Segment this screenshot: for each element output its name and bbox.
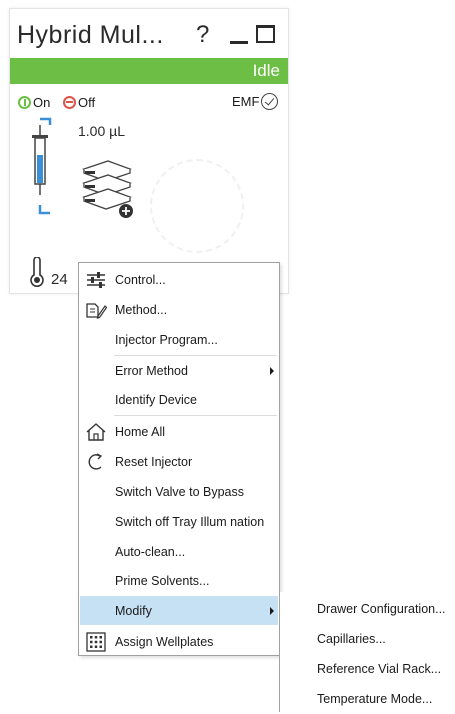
submenu-item-temperature-mode[interactable]: Temperature Mode... [281,684,455,714]
menu-item-label: Method... [115,302,168,317]
menu-item-switch-valve[interactable]: Switch Valve to Bypass [80,477,278,506]
submenu-item-reference-vial-rack[interactable]: Reference Vial Rack... [281,654,455,684]
title-bar: Hybrid Mul... ? [10,9,288,57]
menu-item-prime-solvents[interactable]: Prime Solvents... [80,566,278,595]
device-card: Hybrid Mul... ? Idle On Off EMF 1.00 µL [9,8,289,294]
menu-item-label: Injector Program... [115,332,218,347]
off-button[interactable]: Off [63,93,95,111]
sliders-icon [87,272,105,288]
menu-item-label: Reset Injector [115,454,193,469]
menu-item-auto-clean[interactable]: Auto-clean... [80,537,278,566]
wellplate-grid-icon [86,632,106,652]
menu-item-assign-wellplates[interactable]: Assign Wellplates [80,627,278,656]
minimize-button[interactable] [228,23,250,45]
syringe-icon [32,117,52,215]
maximize-button[interactable] [256,25,275,43]
submenu-item-capillaries[interactable]: Capillaries... [281,624,455,654]
menu-item-label: Control... [115,272,166,287]
menu-item-method[interactable]: Method... [80,295,278,324]
menu-item-label: Switch Valve to Bypass [115,484,244,499]
submenu-arrow-icon [270,607,274,615]
menu-item-identify-device[interactable]: Identify Device [80,385,278,414]
temperature-value: 24 [51,271,68,288]
menu-item-label: Error Method [115,363,188,378]
power-on-icon [18,95,31,109]
submenu-item-drawer-configuration[interactable]: Drawer Configuration... [281,594,455,624]
emf-label: EMF [232,94,260,109]
volume-value: 1.00 µL [78,123,125,139]
emf-status[interactable]: EMF [232,93,279,110]
menu-item-home-all[interactable]: Home All [80,417,278,446]
menu-item-reset-injector[interactable]: Reset Injector [80,447,278,476]
menu-item-injector-program[interactable]: Injector Program... [80,325,278,354]
home-icon [86,423,106,441]
menu-item-label: Prime Solvents... [115,573,210,588]
submenu-item-label: Temperature Mode... [317,692,433,706]
power-off-icon [63,95,76,109]
on-label: On [33,94,51,110]
menu-item-tray-illumination[interactable]: Switch off Tray Illum nation [80,507,278,536]
menu-item-label: Auto-clean... [115,544,186,559]
submenu-item-label: Drawer Configuration... [317,602,446,616]
help-button[interactable]: ? [196,21,209,49]
drawer-status-ring [150,159,244,253]
device-title: Hybrid Mul... [17,21,164,49]
menu-item-modify[interactable]: Modify [80,596,278,625]
modify-submenu: Drawer Configuration... Capillaries... R… [279,592,455,712]
status-bar: Idle [10,58,288,84]
submenu-arrow-icon [270,367,274,375]
menu-item-error-method[interactable]: Error Method [80,356,278,385]
context-menu: Control... Method... Injector Program...… [78,262,280,656]
check-circle-icon [261,93,279,110]
thermometer-icon [30,257,44,287]
menu-item-label: Assign Wellplates [115,634,214,649]
method-edit-icon [86,303,107,319]
on-button[interactable]: On [18,93,50,111]
menu-item-label: Home All [115,424,166,439]
menu-separator [114,415,277,416]
submenu-item-label: Reference Vial Rack... [317,662,442,676]
submenu-item-label: Capillaries... [317,632,386,646]
status-text: Idle [252,61,280,80]
menu-item-label: Modify [115,603,152,618]
reset-icon [88,453,103,470]
menu-item-label: Identify Device [115,392,197,407]
wellplate-drawer-icon [82,160,133,218]
menu-item-control[interactable]: Control... [80,265,278,294]
off-label: Off [78,94,96,110]
menu-item-label: Switch off Tray Illum nation [115,514,265,529]
